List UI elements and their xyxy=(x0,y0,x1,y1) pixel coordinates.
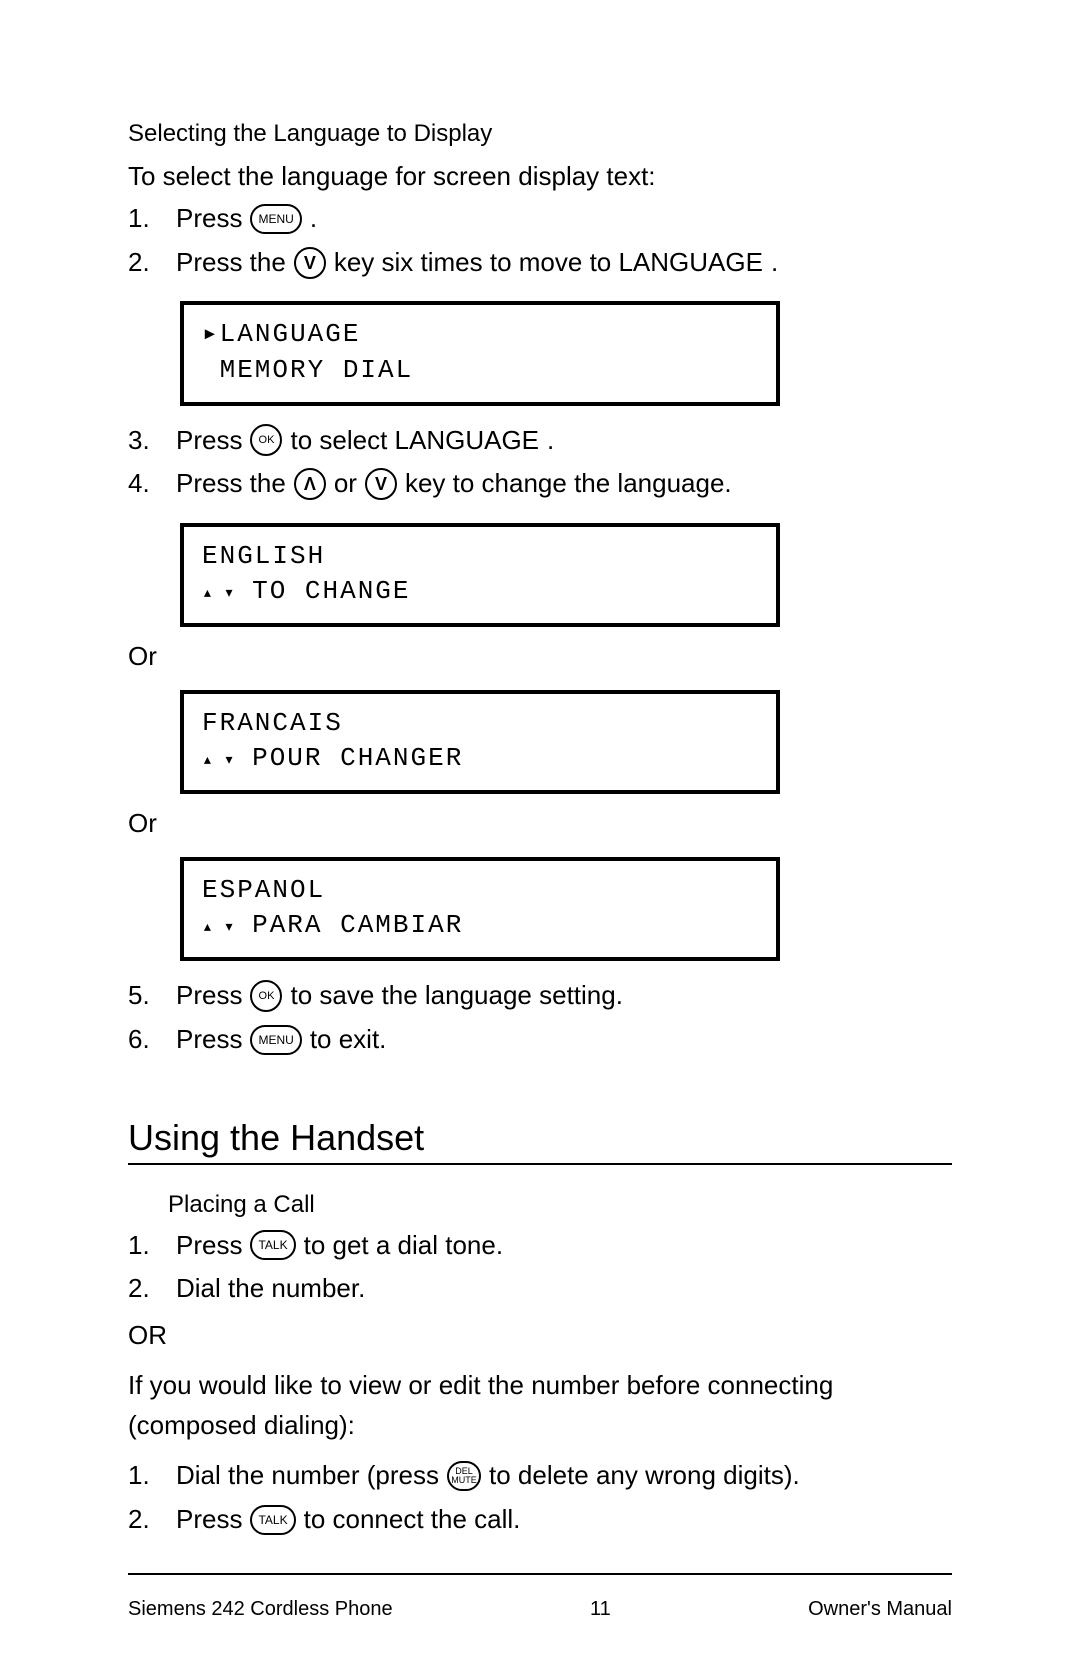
step-text: Press xyxy=(176,420,242,462)
composed-step-2: 2. Press TALK to connect the call. xyxy=(128,1499,952,1541)
step-text: . xyxy=(547,420,554,462)
step-text: to exit. xyxy=(310,1019,387,1061)
lcd-text: PARA CAMBIAR xyxy=(234,910,463,940)
step-text: to delete any wrong digits). xyxy=(489,1455,800,1497)
lcd-line: ENGLISH xyxy=(202,539,758,574)
lcd-line: ESPANOL xyxy=(202,873,758,908)
section-subheading-placing-call: Placing a Call xyxy=(168,1191,952,1219)
lcd-display: ESPANOL ▴ ▾ PARA CAMBIAR xyxy=(180,857,780,961)
lcd-line: ▴ ▾ PARA CAMBIAR xyxy=(202,908,758,943)
ok-button-icon: OK xyxy=(250,980,282,1012)
down-arrow-button-icon: V xyxy=(365,468,397,500)
step-number: 6. xyxy=(128,1019,168,1061)
button-label-bottom: MUTE xyxy=(451,1476,477,1485)
lcd-text: TO CHANGE xyxy=(234,576,410,606)
step-text: . xyxy=(771,242,778,284)
section-heading: Using the Handset xyxy=(128,1117,952,1159)
step-number: 1. xyxy=(128,1455,168,1497)
step-text: to save the language setting. xyxy=(290,975,622,1017)
step-text: Press the xyxy=(176,242,286,284)
footer-product-name: Siemens 242 Cordless Phone xyxy=(128,1598,393,1621)
step-number: 1. xyxy=(128,198,168,240)
down-arrow-button-icon: V xyxy=(294,247,326,279)
step-5: 5. Press OK to save the language setting… xyxy=(128,975,952,1017)
or-label: Or xyxy=(128,641,952,672)
lcd-line: ▴ ▾ POUR CHANGER xyxy=(202,741,758,776)
lcd-line: ▸LANGUAGE xyxy=(202,317,758,352)
lcd-display: ENGLISH ▴ ▾ TO CHANGE xyxy=(180,523,780,627)
footer-divider xyxy=(128,1573,952,1575)
step-number: 1. xyxy=(128,1225,168,1267)
step-text: Press xyxy=(176,1225,242,1267)
composed-dialing-intro: If you would like to view or edit the nu… xyxy=(128,1365,952,1446)
step-text: Press the xyxy=(176,463,286,505)
step-number: 4. xyxy=(128,463,168,505)
step-number: 2. xyxy=(128,242,168,284)
section-subheading-language: Selecting the Language to Display xyxy=(128,120,952,148)
lcd-line: ▴ ▾ TO CHANGE xyxy=(202,574,758,609)
step-number: 2. xyxy=(128,1499,168,1541)
step-2: 2. Press the V key six times to move to … xyxy=(128,242,952,284)
step-4: 4. Press the Λ or V key to change the la… xyxy=(128,463,952,505)
step-text: to get a dial tone. xyxy=(304,1225,503,1267)
step-text: Dial the number (press xyxy=(176,1455,439,1497)
step-text: Press xyxy=(176,1499,242,1541)
step-text: Press xyxy=(176,198,242,240)
step-text: or xyxy=(334,463,357,505)
step-text: key six times to move to LANGUAGE xyxy=(334,242,763,284)
talk-button-icon: TALK xyxy=(250,1505,295,1535)
lcd-display: ▸LANGUAGE MEMORY DIAL xyxy=(180,301,780,405)
or-label: Or xyxy=(128,808,952,839)
step-2: 2. Dial the number. xyxy=(128,1268,952,1310)
footer-page-number: 11 xyxy=(590,1598,611,1621)
lcd-line: MEMORY DIAL xyxy=(202,353,758,388)
talk-button-icon: TALK xyxy=(250,1230,295,1260)
step-1: 1. Press MENU . xyxy=(128,198,952,240)
step-text: Press xyxy=(176,1019,242,1061)
menu-button-icon: MENU xyxy=(250,1025,301,1055)
step-text: . xyxy=(310,198,317,240)
step-number: 5. xyxy=(128,975,168,1017)
lcd-text: POUR CHANGER xyxy=(234,743,463,773)
step-6: 6. Press MENU to exit. xyxy=(128,1019,952,1061)
up-down-arrows-icon: ▴ ▾ xyxy=(202,582,234,606)
manual-page: Selecting the Language to Display To sel… xyxy=(0,0,1080,1669)
step-1: 1. Press TALK to get a dial tone. xyxy=(128,1225,952,1267)
divider xyxy=(128,1163,952,1165)
up-down-arrows-icon: ▴ ▾ xyxy=(202,916,234,940)
up-down-arrows-icon: ▴ ▾ xyxy=(202,749,234,773)
composed-step-1: 1. Dial the number (press DEL MUTE to de… xyxy=(128,1455,952,1497)
lcd-line: FRANCAIS xyxy=(202,706,758,741)
step-number: 3. xyxy=(128,420,168,462)
or-label: OR xyxy=(128,1320,952,1351)
step-number: 2. xyxy=(128,1268,168,1310)
lcd-display: FRANCAIS ▴ ▾ POUR CHANGER xyxy=(180,690,780,794)
menu-button-icon: MENU xyxy=(250,204,301,234)
del-mute-button-icon: DEL MUTE xyxy=(447,1461,481,1491)
step-3: 3. Press OK to select LANGUAGE . xyxy=(128,420,952,462)
intro-text: To select the language for screen displa… xyxy=(128,156,952,196)
footer-doc-title: Owner's Manual xyxy=(808,1598,952,1621)
step-text: to select LANGUAGE xyxy=(290,420,539,462)
step-text: key to change the language. xyxy=(405,463,732,505)
ok-button-icon: OK xyxy=(250,424,282,456)
up-arrow-button-icon: Λ xyxy=(294,468,326,500)
page-footer: Siemens 242 Cordless Phone 11 Owner's Ma… xyxy=(128,1598,952,1621)
step-text: to connect the call. xyxy=(304,1499,521,1541)
step-text: Dial the number. xyxy=(176,1268,365,1310)
step-text: Press xyxy=(176,975,242,1017)
